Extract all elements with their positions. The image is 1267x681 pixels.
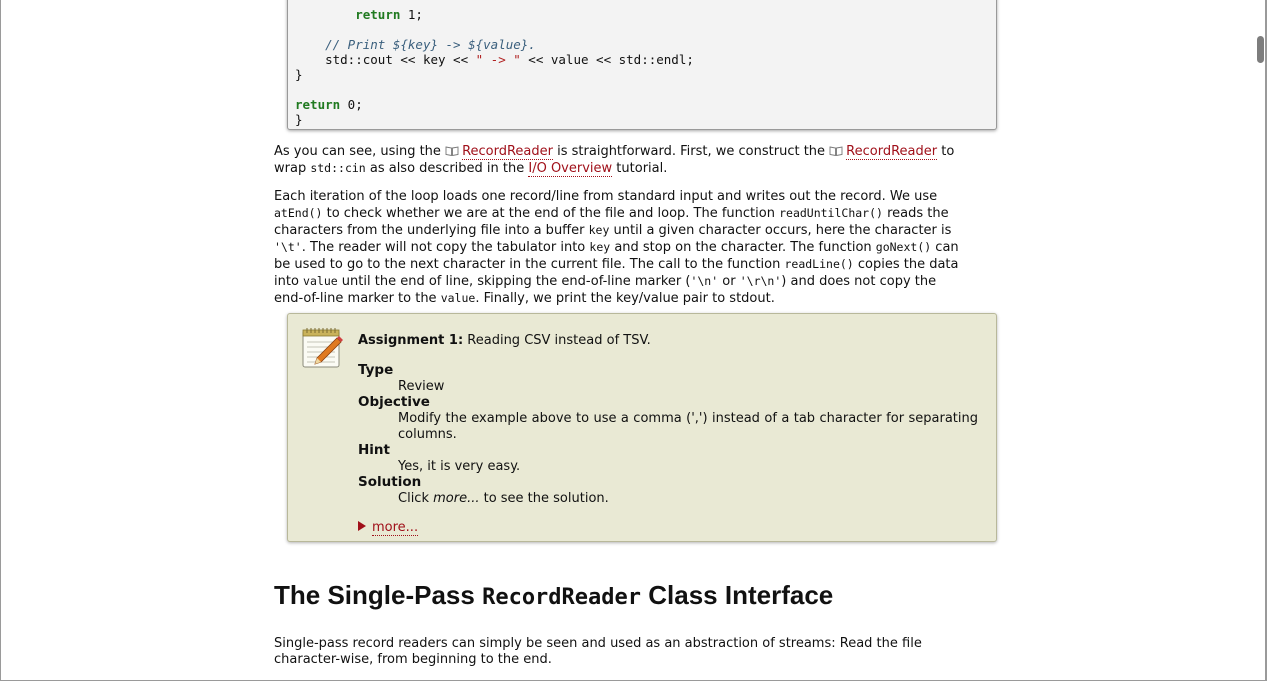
inline-code: '\n' xyxy=(690,274,719,288)
type-label: Type xyxy=(358,362,394,378)
text: copies the data xyxy=(853,257,959,272)
code-line: return 0; xyxy=(295,97,363,112)
code-token: } xyxy=(295,67,303,82)
scrollbar-thumb[interactable] xyxy=(1257,36,1264,63)
vertical-scrollbar[interactable] xyxy=(1255,0,1267,681)
inline-code: value xyxy=(440,291,476,305)
text: until a given character occurs, here the… xyxy=(609,223,952,238)
more-label[interactable]: more... xyxy=(372,520,419,536)
text: Click xyxy=(398,491,434,506)
text: Class Interface xyxy=(641,580,834,610)
loop-explanation-paragraph: Each iteration of the loop loads one rec… xyxy=(274,189,996,307)
text: can xyxy=(931,240,959,255)
text: until the end of line, skipping the end-… xyxy=(337,274,691,289)
recordreader-link-2[interactable]: RecordReader xyxy=(846,144,938,160)
text: . The reader will not copy the tabulator… xyxy=(301,240,590,255)
window-left-border xyxy=(0,0,1,681)
inline-code: atEnd() xyxy=(274,206,323,220)
inline-code: RecordReader xyxy=(482,585,642,610)
code-line: // Print ${key} -> ${value}. xyxy=(295,37,536,52)
code-token: " -> " xyxy=(475,52,521,67)
text: wrap xyxy=(274,161,311,176)
text: or xyxy=(718,274,740,289)
text: . Finally, we print the key/value pair t… xyxy=(475,291,775,306)
inline-code: readUntilChar() xyxy=(779,206,883,220)
inline-code: key xyxy=(589,240,611,254)
text: end-of-line marker to the xyxy=(274,291,441,306)
assignment-box: Assignment 1: Reading CSV instead of TSV… xyxy=(287,313,997,542)
code-block: return 1; // Print ${key} -> ${value}. s… xyxy=(287,0,997,130)
text: to see the solution. xyxy=(479,491,609,506)
inline-code: value xyxy=(303,274,338,288)
code-line: } xyxy=(295,112,303,127)
recordreader-link[interactable]: RecordReader xyxy=(462,144,553,160)
text: as also described in the xyxy=(365,161,529,176)
section-heading: The Single-Pass RecordReader Class Inter… xyxy=(274,580,833,611)
code-token: return xyxy=(355,7,401,22)
code-line: std::cout << key << " -> " << value << s… xyxy=(295,52,694,67)
code-token: 1; xyxy=(400,7,423,22)
book-icon xyxy=(445,146,459,156)
text: ) and does not copy the xyxy=(781,274,937,289)
text: As you can see, using the xyxy=(274,144,446,159)
code-token: << value << std::endl; xyxy=(520,52,694,67)
text: characters from the underlying file into… xyxy=(274,223,589,238)
text: is straightforward. First, we construct … xyxy=(553,144,830,159)
hint-value: Yes, it is very easy. xyxy=(398,459,521,474)
solution-label: Solution xyxy=(358,474,422,490)
text: to check whether we are at the end of th… xyxy=(322,206,780,221)
io-overview-link[interactable]: I/O Overview xyxy=(528,161,613,177)
notepad-pencil-icon xyxy=(302,328,343,368)
book-icon xyxy=(829,146,843,156)
code-token: return xyxy=(295,97,341,112)
inline-code: std::cin xyxy=(310,161,366,175)
assignment-title-bold: Assignment 1: xyxy=(358,333,464,348)
text: into xyxy=(274,274,304,289)
inline-code: key xyxy=(588,223,610,237)
code-token: } xyxy=(295,112,303,127)
code-token: 0; xyxy=(340,97,363,112)
code-token: // Print ${key} -> ${value}. xyxy=(325,37,536,52)
assignment-title: Assignment 1: Reading CSV instead of TSV… xyxy=(358,333,651,348)
objective-value: Modify the example above to use a comma … xyxy=(398,411,978,442)
hint-label: Hint xyxy=(358,442,390,458)
text: be used to go to the next character in t… xyxy=(274,257,785,272)
type-value: Review xyxy=(398,379,445,394)
inline-code: '\r\n' xyxy=(739,274,782,288)
inline-code: '\t' xyxy=(274,240,302,254)
assignment-title-text: Reading CSV instead of TSV. xyxy=(463,333,651,348)
code-token: std::cout << key << xyxy=(325,52,476,67)
more-toggle[interactable]: more... xyxy=(358,520,419,536)
code-line: return 1; xyxy=(295,7,423,22)
text: character-wise, from beginning to the en… xyxy=(274,652,552,667)
inline-code: goNext() xyxy=(875,240,932,254)
text: to xyxy=(937,144,955,159)
text: and stop on the character. The function xyxy=(610,240,876,255)
single-pass-paragraph: Single-pass record readers can simply be… xyxy=(274,636,996,668)
text: The Single-Pass xyxy=(274,580,483,610)
text: Single-pass record readers can simply be… xyxy=(274,636,922,651)
inline-code: readLine() xyxy=(784,257,854,271)
text: tutorial. xyxy=(612,161,668,176)
emphasis: more... xyxy=(433,491,480,506)
text: Each iteration of the loop loads one rec… xyxy=(274,189,938,204)
code-line: } xyxy=(295,67,303,82)
text: reads the xyxy=(882,206,949,221)
solution-value: Click more... to see the solution. xyxy=(398,491,978,507)
intro-paragraph: As you can see, using the RecordReader i… xyxy=(274,144,996,177)
triangle-right-icon xyxy=(358,521,366,531)
objective-label: Objective xyxy=(358,394,430,410)
